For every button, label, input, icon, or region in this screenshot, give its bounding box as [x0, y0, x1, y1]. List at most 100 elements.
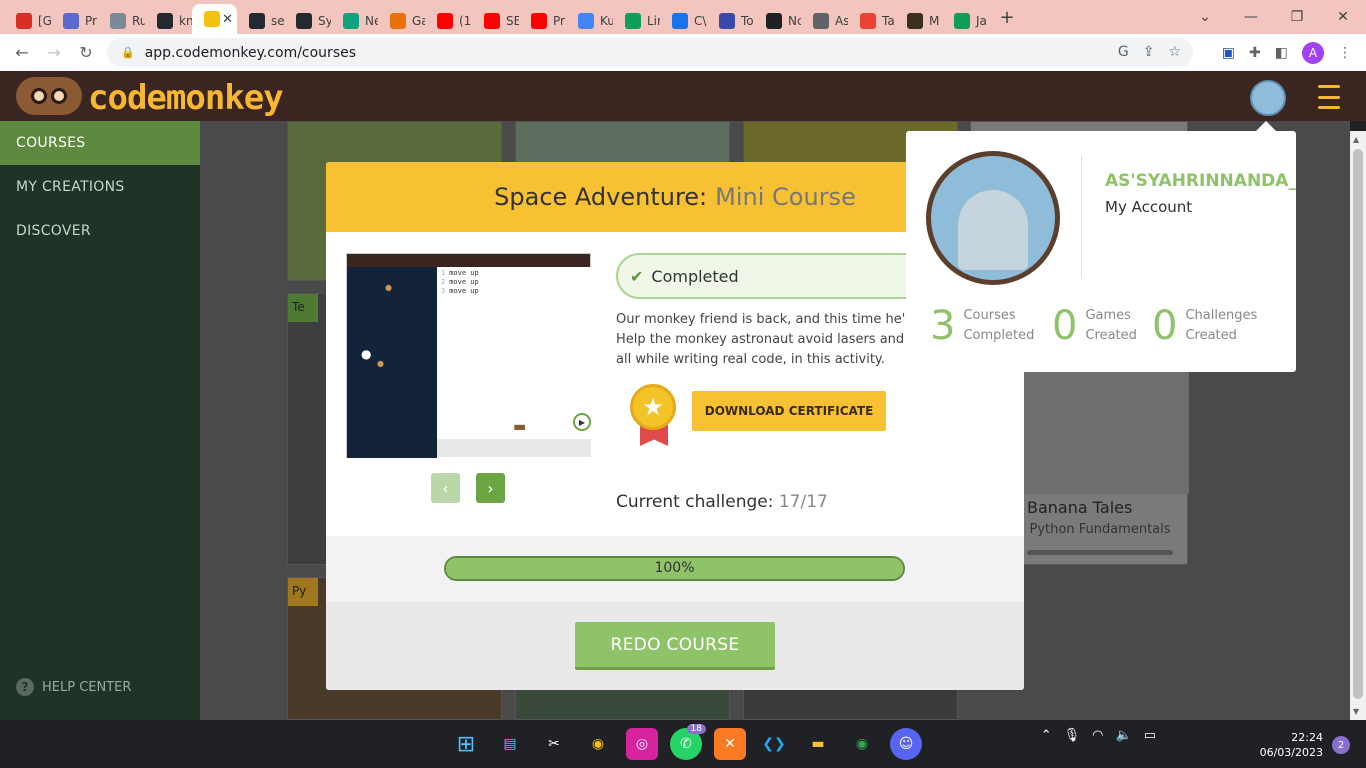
system-clock[interactable]: 22:24 06/03/2023 — [1260, 730, 1323, 760]
modal-title: Space Adventure: — [494, 183, 708, 211]
vscode-icon[interactable]: ❮❯ — [758, 728, 790, 760]
course-description: Our monkey friend is back, and this time… — [616, 310, 916, 370]
browser-tab[interactable]: SE — [472, 8, 519, 34]
menu-dots-icon[interactable]: ⋮ — [1338, 45, 1352, 61]
discord-icon[interactable]: ☺ — [890, 728, 922, 760]
scrollbar-thumb[interactable] — [1353, 149, 1363, 699]
browser-tab[interactable]: Ga — [378, 8, 425, 34]
capcut-icon[interactable]: ✂ — [538, 728, 570, 760]
help-center-link[interactable]: ? HELP CENTER — [16, 678, 131, 696]
store-icon[interactable]: ▤ — [494, 728, 526, 760]
address-bar[interactable]: 🔒 app.codemonkey.com/courses G ⇪ ☆ — [107, 38, 1193, 67]
previous-image-button[interactable]: ‹ — [431, 473, 460, 503]
browser-tab[interactable]: To — [707, 8, 754, 34]
monkey-logo-icon[interactable] — [16, 77, 82, 115]
new-tab-button[interactable]: + — [989, 7, 1025, 28]
browser-tab[interactable]: Sy — [284, 8, 331, 34]
hamburger-menu-icon[interactable] — [1318, 85, 1340, 109]
description-line: all while writing real code, in this act… — [616, 352, 885, 367]
my-account-link[interactable]: My Account — [1105, 198, 1192, 216]
forward-icon[interactable]: → — [38, 43, 70, 62]
site-header: codemonkey — [0, 71, 1366, 121]
sidebar-item-courses[interactable]: COURSES — [0, 121, 200, 165]
reload-icon[interactable]: ↻ — [70, 43, 102, 62]
tab-label: Ru — [132, 14, 145, 28]
browser-tab[interactable]: Ru — [98, 8, 145, 34]
download-certificate-button[interactable]: DOWNLOAD CERTIFICATE — [692, 391, 886, 431]
browser-tab[interactable]: Lir — [613, 8, 660, 34]
redo-course-button[interactable]: REDO COURSE — [575, 622, 775, 670]
browser-tab[interactable]: M — [895, 8, 942, 34]
challenge-label: Current challenge: — [616, 492, 774, 512]
tab-label: Ja — [976, 14, 987, 28]
notification-badge[interactable]: 2 — [1332, 736, 1350, 754]
browser-tab[interactable]: Ja — [942, 8, 989, 34]
browser-tab[interactable]: As — [801, 8, 848, 34]
browser-tab[interactable]: (1( — [425, 8, 472, 34]
side-panel-icon[interactable]: ◧ — [1275, 45, 1288, 61]
browser-tab[interactable]: C\ — [660, 8, 707, 34]
whatsapp-icon[interactable]: ✆ 18 — [670, 724, 706, 760]
url-text[interactable]: app.codemonkey.com/courses — [145, 45, 356, 61]
xampp-icon[interactable]: ✕ — [714, 728, 746, 760]
browser-tab[interactable]: ✕ — [192, 4, 237, 34]
chrome-icon[interactable]: ◉ — [582, 728, 614, 760]
chrome-profile-icon[interactable]: ◉ — [846, 728, 878, 760]
tab-label: [G — [38, 14, 51, 28]
profile-avatar[interactable]: A — [1302, 42, 1324, 64]
tab-search-icon[interactable]: ⌄ — [1182, 9, 1228, 25]
bookmark-star-icon[interactable]: ☆ — [1168, 44, 1181, 60]
scroll-up-icon[interactable]: ▲ — [1353, 135, 1359, 144]
share-icon[interactable]: ⇪ — [1143, 44, 1155, 60]
browser-tab[interactable]: Nc — [754, 8, 801, 34]
restore-icon[interactable]: ❐ — [1274, 9, 1320, 25]
wifi-icon[interactable]: ◠ — [1092, 728, 1103, 743]
modal-footer: REDO COURSE — [326, 602, 1024, 690]
tab-favicon-icon — [860, 13, 876, 29]
account-username: AS'SYAHRINNANDA_51300 — [1105, 171, 1296, 191]
monkey-hand-icon: ▬ — [513, 419, 527, 435]
tab-label: Sy — [318, 14, 331, 28]
tab-favicon-icon — [343, 13, 359, 29]
instagram-icon[interactable]: ◎ — [626, 728, 658, 760]
tab-label: Ne — [365, 14, 378, 28]
progress-text: 100% — [654, 560, 695, 576]
chevron-up-icon[interactable]: ⌃ — [1041, 728, 1052, 743]
description-line: Help the monkey astronaut avoid lasers a… — [616, 332, 916, 347]
tab-favicon-icon — [390, 13, 406, 29]
close-window-icon[interactable]: ✕ — [1320, 9, 1366, 25]
browser-tab[interactable]: se — [237, 8, 284, 34]
code-line: 1 move up — [441, 269, 479, 277]
lock-icon[interactable]: 🔒 — [121, 46, 135, 59]
browser-tab[interactable]: Ne — [331, 8, 378, 34]
tab-favicon-icon — [625, 13, 641, 29]
minimize-icon[interactable]: — — [1228, 9, 1274, 25]
scroll-down-icon[interactable]: ▼ — [1353, 707, 1359, 716]
browser-tab[interactable]: Pr — [519, 8, 566, 34]
extensions-puzzle-icon[interactable]: ✚ — [1249, 45, 1261, 61]
sidebar-item-discover[interactable]: DISCOVER — [0, 209, 200, 253]
sidebar-item-my-creations[interactable]: MY CREATIONS — [0, 165, 200, 209]
page-scrollbar[interactable]: ▲ ▼ — [1350, 131, 1366, 720]
google-lens-icon[interactable]: G — [1118, 44, 1129, 60]
speaker-icon[interactable]: 🔈 — [1116, 728, 1132, 743]
browser-tab[interactable]: Ku — [566, 8, 613, 34]
play-icon: ▶ — [573, 413, 591, 431]
start-icon[interactable]: ⊞ — [450, 728, 482, 760]
tab-close-icon[interactable]: ✕ — [222, 12, 233, 27]
tab-label: Pr — [553, 14, 565, 28]
next-image-button[interactable]: › — [476, 473, 505, 503]
browser-tab[interactable]: Ta — [848, 8, 895, 34]
site-logo[interactable]: codemonkey — [88, 78, 284, 118]
browser-tab[interactable]: kn — [145, 8, 192, 34]
user-avatar-button[interactable] — [1250, 80, 1286, 116]
browser-tab[interactable]: [G — [4, 8, 51, 34]
battery-icon[interactable]: ▭ — [1144, 728, 1156, 743]
extension-icon[interactable]: ▣ — [1222, 45, 1235, 61]
tab-label: kn — [179, 14, 192, 28]
microphone-icon[interactable]: 🎙 — [1064, 728, 1081, 743]
tab-label: M — [929, 14, 940, 28]
file-explorer-icon[interactable]: ▬ — [802, 728, 834, 760]
back-icon[interactable]: ← — [6, 43, 38, 62]
browser-tab[interactable]: Pr — [51, 8, 98, 34]
